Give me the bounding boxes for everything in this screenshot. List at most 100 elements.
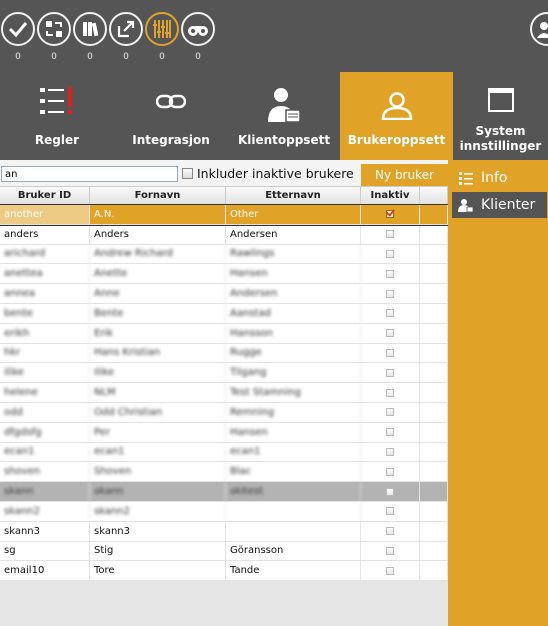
cell-last-name: skitest (226, 482, 361, 501)
cell-extra (420, 501, 448, 521)
table-row[interactable]: another A.N. Other (0, 204, 449, 226)
client-user-small-icon (458, 198, 474, 213)
tab-brukeroppsett[interactable]: Brukeroppsett (340, 72, 453, 160)
cell-user-id: helene (0, 383, 90, 402)
cell-extra (420, 323, 448, 343)
table-row[interactable]: email10 Tore Tande (0, 561, 448, 582)
inactive-checkbox[interactable] (386, 408, 394, 417)
table-row[interactable]: bente Bente Aanstad (0, 303, 448, 324)
inactive-checkbox[interactable] (386, 269, 394, 278)
cell-user-id: skann3 (0, 521, 90, 541)
cell-last-name: Tilgang (226, 363, 361, 383)
inactive-checkbox[interactable] (386, 289, 394, 298)
cell-extra (420, 482, 448, 501)
cell-inactive (361, 462, 420, 482)
inactive-checkbox[interactable] (386, 467, 394, 476)
inactive-checkbox[interactable] (386, 249, 394, 258)
cell-inactive (361, 383, 420, 402)
tab-system-innstillinger[interactable]: System innstillinger (453, 72, 548, 160)
cell-user-id: erikh (0, 323, 90, 343)
table-row[interactable]: skann3 skann3 (0, 521, 448, 542)
user-account-icon[interactable] (530, 12, 548, 46)
cell-inactive (361, 224, 420, 244)
side-item-klienter[interactable]: Klienter (452, 192, 547, 218)
user-setup-panel: Inkluder inaktive brukere Ny bruker Bruk… (0, 160, 548, 626)
inactive-checkbox[interactable] (386, 546, 394, 555)
link-chain-icon (155, 94, 187, 113)
inactive-checkbox[interactable] (386, 487, 394, 496)
inactive-checkbox[interactable] (386, 368, 394, 377)
cell-user-id: odd (0, 402, 90, 422)
sort-filter-icon[interactable] (145, 12, 179, 46)
tab-integrasjon[interactable]: Integrasjon (114, 72, 228, 160)
inactive-checkbox[interactable] (386, 329, 394, 338)
search-binoculars-icon[interactable] (181, 12, 215, 46)
cell-user-id: anders (0, 224, 90, 244)
cell-last-name: Test Stamning (226, 383, 361, 402)
tab-system-label-line1: System (475, 124, 526, 138)
approve-check-icon[interactable] (1, 12, 35, 46)
inactive-checkbox[interactable] (386, 447, 394, 456)
tab-regler[interactable]: Regler (0, 72, 114, 160)
table-row[interactable]: annea Anne Andersen (0, 284, 448, 304)
new-user-button[interactable]: Ny bruker (361, 164, 448, 186)
export-icon[interactable] (109, 12, 143, 46)
archive-books-icon[interactable] (73, 12, 107, 46)
cell-inactive (361, 422, 420, 442)
table-row[interactable]: erikh Erik Hansson (0, 323, 448, 344)
tab-integrasjon-label: Integrasjon (132, 133, 210, 147)
cell-last-name: Blac (226, 462, 361, 482)
cell-first-name: Tore (90, 561, 226, 581)
header-user-id[interactable]: Bruker ID (0, 187, 90, 204)
inactive-checkbox[interactable] (386, 527, 394, 536)
inactive-checkbox[interactable] (386, 388, 394, 397)
table-row[interactable]: hkr Hans Kristian Rugge (0, 343, 448, 364)
table-row[interactable]: odd Odd Christian Remning (0, 402, 448, 423)
tab-klientoppsett-label: Klientoppsett (237, 133, 331, 147)
cell-user-id: sg (0, 541, 90, 561)
tab-klientoppsett[interactable]: Klientoppsett (228, 72, 340, 160)
cell-extra (420, 541, 448, 561)
inactive-checkbox[interactable] (386, 348, 394, 357)
inactive-checkbox[interactable] (386, 507, 394, 516)
inactive-checkbox[interactable] (386, 566, 394, 575)
approve-count: 0 (15, 52, 21, 62)
cell-first-name: skann (90, 482, 226, 501)
cell-inactive (361, 264, 420, 284)
inactive-checkbox[interactable] (386, 210, 394, 219)
header-inactive[interactable]: Inaktiv (361, 187, 420, 204)
search-input[interactable] (1, 166, 178, 182)
table-row[interactable]: anders Anders Andersen (0, 224, 448, 245)
cell-extra (420, 442, 448, 462)
table-row[interactable]: ilike Ilike Tilgang (0, 363, 448, 384)
table-row[interactable]: dfgdsfg Per Hansen (0, 422, 448, 443)
table-row[interactable]: skann2 skann2 (0, 501, 448, 522)
table-row[interactable]: ecan1 ecan1 ecan1 (0, 442, 448, 463)
table-row[interactable]: skann skann skitest (0, 482, 448, 502)
side-item-info[interactable]: Info (452, 165, 547, 191)
inactive-checkbox[interactable] (386, 230, 394, 239)
table-row[interactable]: sg Stig Göransson (0, 541, 448, 562)
cell-inactive (361, 205, 420, 224)
cell-extra (420, 462, 448, 482)
inactive-checkbox[interactable] (386, 309, 394, 318)
table-row[interactable]: anettea Anette Hansen (0, 264, 448, 285)
header-last-name[interactable]: Etternavn (226, 187, 361, 204)
cell-first-name: Anne (90, 284, 226, 303)
cell-inactive (361, 482, 420, 501)
header-first-name[interactable]: Fornavn (90, 187, 226, 204)
cell-first-name: Hans Kristian (90, 343, 226, 363)
workflow-icon[interactable] (37, 12, 71, 46)
include-inactive-checkbox[interactable] (182, 168, 193, 179)
cell-first-name: ecan1 (90, 442, 226, 462)
include-inactive-label: Inkluder inaktive brukere (197, 166, 354, 181)
table-row[interactable]: helene NLM Test Stamning (0, 383, 448, 403)
cell-last-name (226, 501, 361, 521)
table-row[interactable]: shoven Shoven Blac (0, 462, 448, 483)
cell-inactive (361, 363, 420, 383)
table-row[interactable]: arichard Andrew Richard Rawlings (0, 244, 448, 265)
cell-extra (420, 205, 448, 224)
workflow-count: 0 (51, 52, 57, 62)
cell-extra (420, 521, 448, 541)
inactive-checkbox[interactable] (386, 428, 394, 437)
